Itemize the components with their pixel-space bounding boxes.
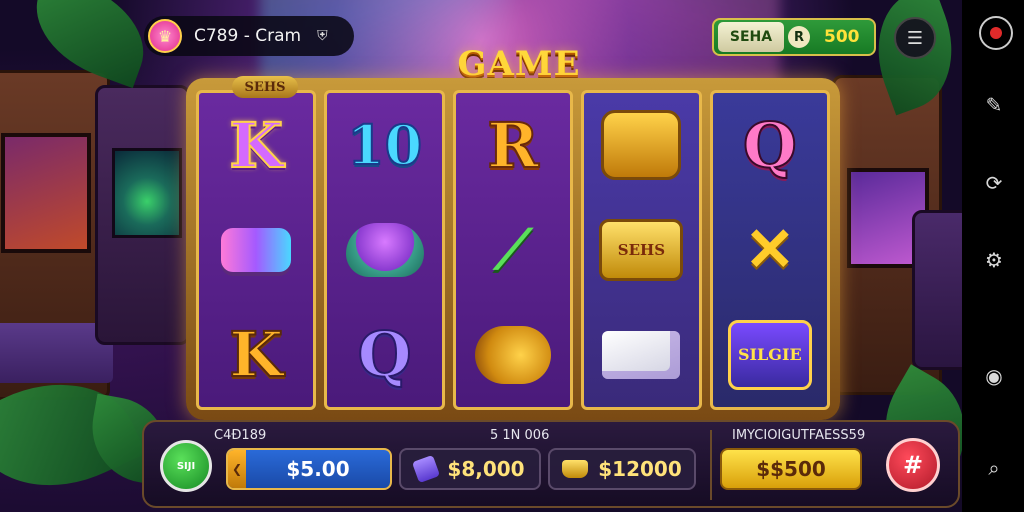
crown-badge-icon: ♛ [148, 19, 182, 53]
game-scene: ♛ C789 - Cram ⛨ GAME SLOU SEHA R 500 ☰ K… [0, 0, 962, 512]
cross-icon: ✕ [725, 205, 815, 295]
location-icon[interactable]: ◉ [981, 363, 1007, 389]
shield-icon[interactable]: ⛨ [317, 27, 333, 45]
reel-column: 10 Q [324, 90, 445, 410]
badge-icon: SILGIE [725, 310, 815, 400]
brush-icon[interactable]: ✎ [981, 92, 1007, 118]
cross-icon-shape: ✕ [744, 214, 795, 285]
user-profile-chip[interactable]: ♛ C789 - Cram ⛨ [144, 16, 354, 56]
symbol-q: Q [357, 317, 413, 392]
arcade-cabinet-right-2 [912, 210, 962, 370]
spin-label: SIJI [176, 460, 196, 472]
reels-grid: K K 10 Q R ⟋ SEHS Q ✕ SILGIE [196, 90, 831, 410]
scroll-icon-shape [221, 227, 292, 272]
symbol-10: 10 [346, 112, 423, 178]
control-panel: SIJI C4Đ189 ❮ $5.00 5 1N 006 $8,000 $120… [142, 420, 960, 508]
torch-icon [412, 454, 441, 484]
coins-icon [468, 310, 558, 400]
gift-box-icon [596, 310, 686, 400]
win-label: 5 1N 006 [490, 428, 550, 443]
gift-box-icon-shape [602, 330, 681, 379]
symbol-q: Q [742, 108, 798, 183]
record-icon[interactable] [979, 16, 1013, 50]
max-bet-button[interactable]: $$500 [720, 448, 862, 490]
bet-value: $5.00 [286, 457, 350, 481]
user-name: C789 - Cram [194, 26, 302, 46]
max-label: IMYCIOIGUTFAESS59 [732, 428, 866, 443]
reel-column: KK [196, 90, 317, 410]
spin-button[interactable]: SIJI [160, 440, 212, 492]
balance-chip[interactable]: SEHA R 500 [712, 18, 876, 56]
stick-icon: ⟋ [468, 205, 558, 295]
bowl-icon [340, 205, 430, 295]
search-icon[interactable]: ⌕ [981, 455, 1007, 481]
scroll-icon [211, 205, 301, 295]
win2-value: $12000 [598, 457, 682, 481]
symbol-k: K [228, 317, 284, 392]
reels-frame: K K 10 Q R ⟋ SEHS Q ✕ SILGIE [186, 78, 840, 420]
coins-icon-shape [475, 325, 552, 384]
reel-column: R ⟋ [452, 90, 574, 410]
settings-gear-icon[interactable]: ⚙ [981, 247, 1007, 273]
balance-currency-badge: R [788, 26, 810, 48]
drum-icon [596, 100, 686, 190]
hash-icon[interactable]: # [886, 438, 940, 492]
symbol-k: K [228, 108, 284, 183]
win1-value: $8,000 [447, 457, 525, 481]
system-sidebar: ✎ ⟳ ⚙ ◉ ⌕ [962, 0, 1024, 512]
panel-divider [710, 430, 712, 500]
gold-ingot-icon [562, 460, 589, 478]
reels-corner-tag: SEHS [232, 76, 298, 98]
drum-icon-shape [601, 110, 682, 181]
camera-switch-icon[interactable]: ⟳ [981, 170, 1007, 196]
bowl-icon-shape [345, 222, 424, 277]
win-box-2: $12000 [548, 448, 696, 490]
reel-column: SEHS [581, 90, 702, 410]
bet-decrease-icon[interactable]: ❮ [228, 450, 246, 488]
arcade-cabinet-left [0, 70, 113, 400]
stick-icon-shape: ⟋ [494, 217, 532, 282]
reel-column: Q ✕ SILGIE [709, 90, 831, 410]
balance-value: 500 [824, 27, 860, 47]
gold-icon: SEHS [596, 205, 686, 295]
win-box-1: $8,000 [399, 448, 541, 490]
bet-label: C4Đ189 [214, 428, 267, 443]
sliders-icon[interactable]: ☰ [894, 17, 936, 59]
gold-icon-shape: SEHS [599, 218, 684, 281]
badge-icon-shape: SILGIE [727, 319, 812, 390]
bet-amount-box[interactable]: ❮ $5.00 [226, 448, 392, 490]
balance-label: SEHA [718, 22, 784, 52]
symbol-r: R [486, 108, 540, 183]
arcade-cabinet-left-2 [95, 85, 190, 345]
